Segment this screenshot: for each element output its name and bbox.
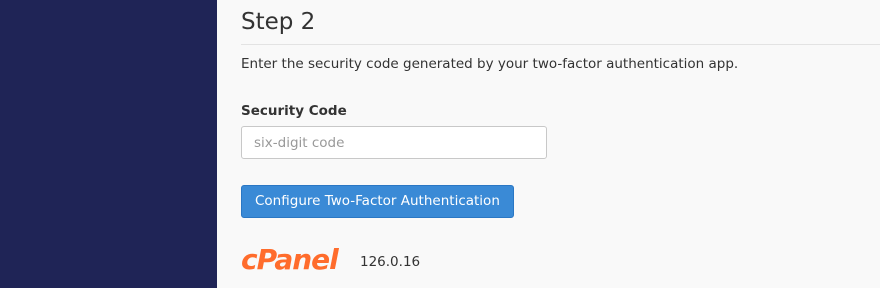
main-content: Step 2 Enter the security code generated… bbox=[217, 0, 880, 288]
divider bbox=[241, 44, 880, 45]
security-code-label: Security Code bbox=[241, 103, 347, 119]
instruction-text: Enter the security code generated by you… bbox=[241, 56, 739, 72]
configure-2fa-button[interactable]: Configure Two-Factor Authentication bbox=[241, 185, 514, 218]
security-code-input[interactable] bbox=[241, 126, 547, 159]
cpanel-logo: cPanel bbox=[241, 243, 340, 273]
sidebar bbox=[0, 0, 217, 288]
version-number: 126.0.16 bbox=[360, 254, 421, 270]
cpanel-logo-text: cPanel bbox=[241, 243, 339, 273]
step-title: Step 2 bbox=[241, 9, 316, 35]
